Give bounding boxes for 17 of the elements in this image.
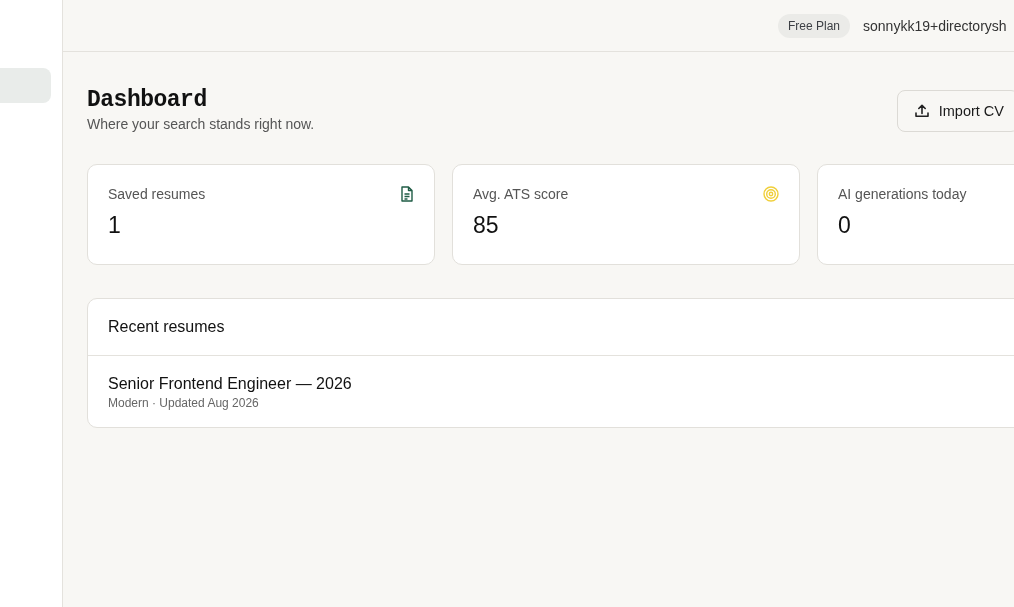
stat-label: AI generations today — [838, 186, 967, 202]
target-icon — [763, 186, 779, 202]
import-cv-button[interactable]: Import CV — [896, 90, 1014, 132]
stat-value: 1 — [108, 212, 122, 239]
stat-label: Saved resumes — [108, 186, 206, 202]
stat-value: 85 — [473, 212, 500, 239]
user-email: sonnykk19+directorysh — [863, 17, 1007, 34]
section-title: Recent resumes — [108, 318, 225, 335]
resume-title[interactable]: Senior Frontend Engineer — 2026 — [108, 375, 1014, 393]
upload-icon — [913, 103, 930, 119]
page-subtitle: Where your search stands right now. — [87, 116, 315, 132]
plan-badge: Free Plan — [778, 13, 851, 38]
document-icon — [400, 186, 414, 202]
stat-label: Avg. ATS score — [473, 186, 569, 202]
stat-value: 0 — [838, 212, 852, 239]
page-title: Dashboard — [87, 87, 208, 113]
resume-meta: Modern · Updated Aug 2026 — [108, 396, 260, 410]
